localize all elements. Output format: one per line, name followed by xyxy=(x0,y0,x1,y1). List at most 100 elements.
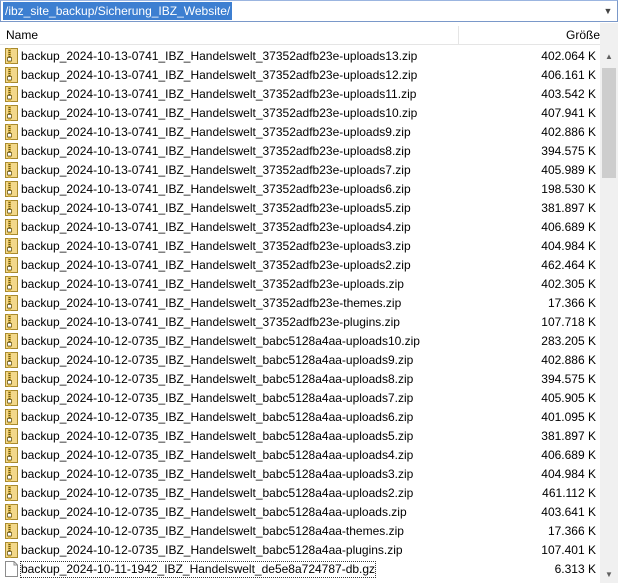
file-row[interactable]: backup_2024-10-13-0741_IBZ_Handelswelt_3… xyxy=(0,313,600,332)
zip-file-icon xyxy=(5,67,18,83)
file-name: backup_2024-10-13-0741_IBZ_Handelswelt_3… xyxy=(21,87,417,101)
file-row[interactable]: backup_2024-10-12-0735_IBZ_Handelswelt_b… xyxy=(0,332,600,351)
file-row[interactable]: backup_2024-10-12-0735_IBZ_Handelswelt_b… xyxy=(0,446,600,465)
file-row[interactable]: backup_2024-10-13-0741_IBZ_Handelswelt_3… xyxy=(0,161,600,180)
file-row[interactable]: backup_2024-10-12-0735_IBZ_Handelswelt_b… xyxy=(0,503,600,522)
file-row[interactable]: backup_2024-10-13-0741_IBZ_Handelswelt_3… xyxy=(0,123,600,142)
zip-file-icon xyxy=(5,542,18,558)
file-row[interactable]: backup_2024-10-13-0741_IBZ_Handelswelt_3… xyxy=(0,47,600,66)
scroll-up-icon[interactable]: ▲ xyxy=(600,48,618,65)
file-name: backup_2024-10-12-0735_IBZ_Handelswelt_b… xyxy=(21,524,404,538)
file-name: backup_2024-10-13-0741_IBZ_Handelswelt_3… xyxy=(21,239,411,253)
file-row[interactable]: backup_2024-10-13-0741_IBZ_Handelswelt_3… xyxy=(0,294,600,313)
file-row[interactable]: backup_2024-10-13-0741_IBZ_Handelswelt_3… xyxy=(0,275,600,294)
file-size: 17.366 K xyxy=(547,296,596,310)
file-row[interactable]: backup_2024-10-12-0735_IBZ_Handelswelt_b… xyxy=(0,484,600,503)
zip-file-icon xyxy=(5,428,18,444)
file-row[interactable]: backup_2024-10-13-0741_IBZ_Handelswelt_3… xyxy=(0,237,600,256)
file-size: 462.464 K xyxy=(541,258,596,272)
file-size: 402.064 K xyxy=(541,49,596,63)
column-divider[interactable] xyxy=(458,26,459,45)
file-size: 405.989 K xyxy=(541,163,596,177)
file-size: 403.542 K xyxy=(541,87,596,101)
file-name: backup_2024-10-13-0741_IBZ_Handelswelt_3… xyxy=(21,277,404,291)
file-size: 394.575 K xyxy=(541,144,596,158)
file-size: 283.205 K xyxy=(541,334,596,348)
file-size: 406.161 K xyxy=(541,68,596,82)
file-name: backup_2024-10-13-0741_IBZ_Handelswelt_3… xyxy=(21,144,411,158)
file-name: backup_2024-10-13-0741_IBZ_Handelswelt_3… xyxy=(21,49,418,63)
file-name: backup_2024-10-13-0741_IBZ_Handelswelt_3… xyxy=(21,68,418,82)
file-name: backup_2024-10-13-0741_IBZ_Handelswelt_3… xyxy=(21,258,411,272)
column-name-header[interactable]: Name xyxy=(6,28,38,43)
zip-file-icon xyxy=(5,314,18,330)
file-name: backup_2024-10-13-0741_IBZ_Handelswelt_3… xyxy=(21,163,411,177)
zip-file-icon xyxy=(5,504,18,520)
scroll-down-icon[interactable]: ▼ xyxy=(600,566,618,583)
file-name: backup_2024-10-13-0741_IBZ_Handelswelt_3… xyxy=(21,201,411,215)
address-path[interactable]: /ibz_site_backup/Sicherung_IBZ_Website/ xyxy=(3,2,233,20)
file-size: 405.905 K xyxy=(541,391,596,405)
file-row[interactable]: backup_2024-10-12-0735_IBZ_Handelswelt_b… xyxy=(0,370,600,389)
file-row[interactable]: backup_2024-10-13-0741_IBZ_Handelswelt_3… xyxy=(0,180,600,199)
address-bar[interactable]: /ibz_site_backup/Sicherung_IBZ_Website/ … xyxy=(0,0,618,22)
vertical-scrollbar[interactable]: ▲ ▼ xyxy=(600,23,618,583)
zip-file-icon xyxy=(5,409,18,425)
zip-file-icon xyxy=(5,276,18,292)
zip-file-icon xyxy=(5,390,18,406)
file-row[interactable]: backup_2024-10-13-0741_IBZ_Handelswelt_3… xyxy=(0,199,600,218)
file-row[interactable]: backup_2024-10-11-1942_IBZ_Handelswelt_d… xyxy=(0,560,600,579)
file-name: backup_2024-10-11-1942_IBZ_Handelswelt_d… xyxy=(19,561,377,578)
file-row[interactable]: backup_2024-10-13-0741_IBZ_Handelswelt_3… xyxy=(0,104,600,123)
file-name: backup_2024-10-12-0735_IBZ_Handelswelt_b… xyxy=(21,429,414,443)
zip-file-icon xyxy=(5,333,18,349)
zip-file-icon xyxy=(5,181,18,197)
file-name: backup_2024-10-12-0735_IBZ_Handelswelt_b… xyxy=(21,334,420,348)
file-row[interactable]: backup_2024-10-12-0735_IBZ_Handelswelt_b… xyxy=(0,351,600,370)
file-name: backup_2024-10-13-0741_IBZ_Handelswelt_3… xyxy=(21,125,411,139)
file-size: 198.530 K xyxy=(541,182,596,196)
zip-file-icon xyxy=(5,238,18,254)
zip-file-icon xyxy=(5,257,18,273)
file-size: 394.575 K xyxy=(541,372,596,386)
file-size: 406.689 K xyxy=(541,220,596,234)
zip-file-icon xyxy=(5,143,18,159)
file-size: 402.886 K xyxy=(541,353,596,367)
file-row[interactable]: backup_2024-10-12-0735_IBZ_Handelswelt_b… xyxy=(0,408,600,427)
zip-file-icon xyxy=(5,105,18,121)
scroll-thumb[interactable] xyxy=(602,68,616,178)
column-size-header[interactable]: Größe xyxy=(540,28,600,43)
file-name: backup_2024-10-12-0735_IBZ_Handelswelt_b… xyxy=(21,505,407,519)
zip-file-icon xyxy=(5,466,18,482)
chevron-down-icon[interactable]: ▼ xyxy=(599,1,617,21)
zip-file-icon xyxy=(5,523,18,539)
file-row[interactable]: backup_2024-10-13-0741_IBZ_Handelswelt_3… xyxy=(0,142,600,161)
file-name: backup_2024-10-12-0735_IBZ_Handelswelt_b… xyxy=(21,486,414,500)
file-size: 402.305 K xyxy=(541,277,596,291)
file-size: 406.689 K xyxy=(541,448,596,462)
file-row[interactable]: backup_2024-10-13-0741_IBZ_Handelswelt_3… xyxy=(0,66,600,85)
column-header: Name Größe xyxy=(0,26,600,45)
file-row[interactable]: backup_2024-10-12-0735_IBZ_Handelswelt_b… xyxy=(0,389,600,408)
zip-file-icon xyxy=(5,447,18,463)
zip-file-icon xyxy=(5,48,18,64)
file-name: backup_2024-10-13-0741_IBZ_Handelswelt_3… xyxy=(21,106,418,120)
file-row[interactable]: backup_2024-10-12-0735_IBZ_Handelswelt_b… xyxy=(0,465,600,484)
file-name: backup_2024-10-12-0735_IBZ_Handelswelt_b… xyxy=(21,543,403,557)
zip-file-icon xyxy=(5,162,18,178)
zip-file-icon xyxy=(5,352,18,368)
file-row[interactable]: backup_2024-10-13-0741_IBZ_Handelswelt_3… xyxy=(0,218,600,237)
zip-file-icon xyxy=(5,371,18,387)
file-row[interactable]: backup_2024-10-12-0735_IBZ_Handelswelt_b… xyxy=(0,541,600,560)
zip-file-icon xyxy=(5,485,18,501)
file-row[interactable]: backup_2024-10-12-0735_IBZ_Handelswelt_b… xyxy=(0,522,600,541)
file-size: 107.718 K xyxy=(541,315,596,329)
file-row[interactable]: backup_2024-10-13-0741_IBZ_Handelswelt_3… xyxy=(0,256,600,275)
file-row[interactable]: backup_2024-10-13-0741_IBZ_Handelswelt_3… xyxy=(0,85,600,104)
file-name: backup_2024-10-13-0741_IBZ_Handelswelt_3… xyxy=(21,182,411,196)
file-row[interactable]: backup_2024-10-12-0735_IBZ_Handelswelt_b… xyxy=(0,427,600,446)
zip-file-icon xyxy=(5,295,18,311)
file-name: backup_2024-10-12-0735_IBZ_Handelswelt_b… xyxy=(21,391,414,405)
file-name: backup_2024-10-12-0735_IBZ_Handelswelt_b… xyxy=(21,353,414,367)
file-name: backup_2024-10-12-0735_IBZ_Handelswelt_b… xyxy=(21,448,414,462)
